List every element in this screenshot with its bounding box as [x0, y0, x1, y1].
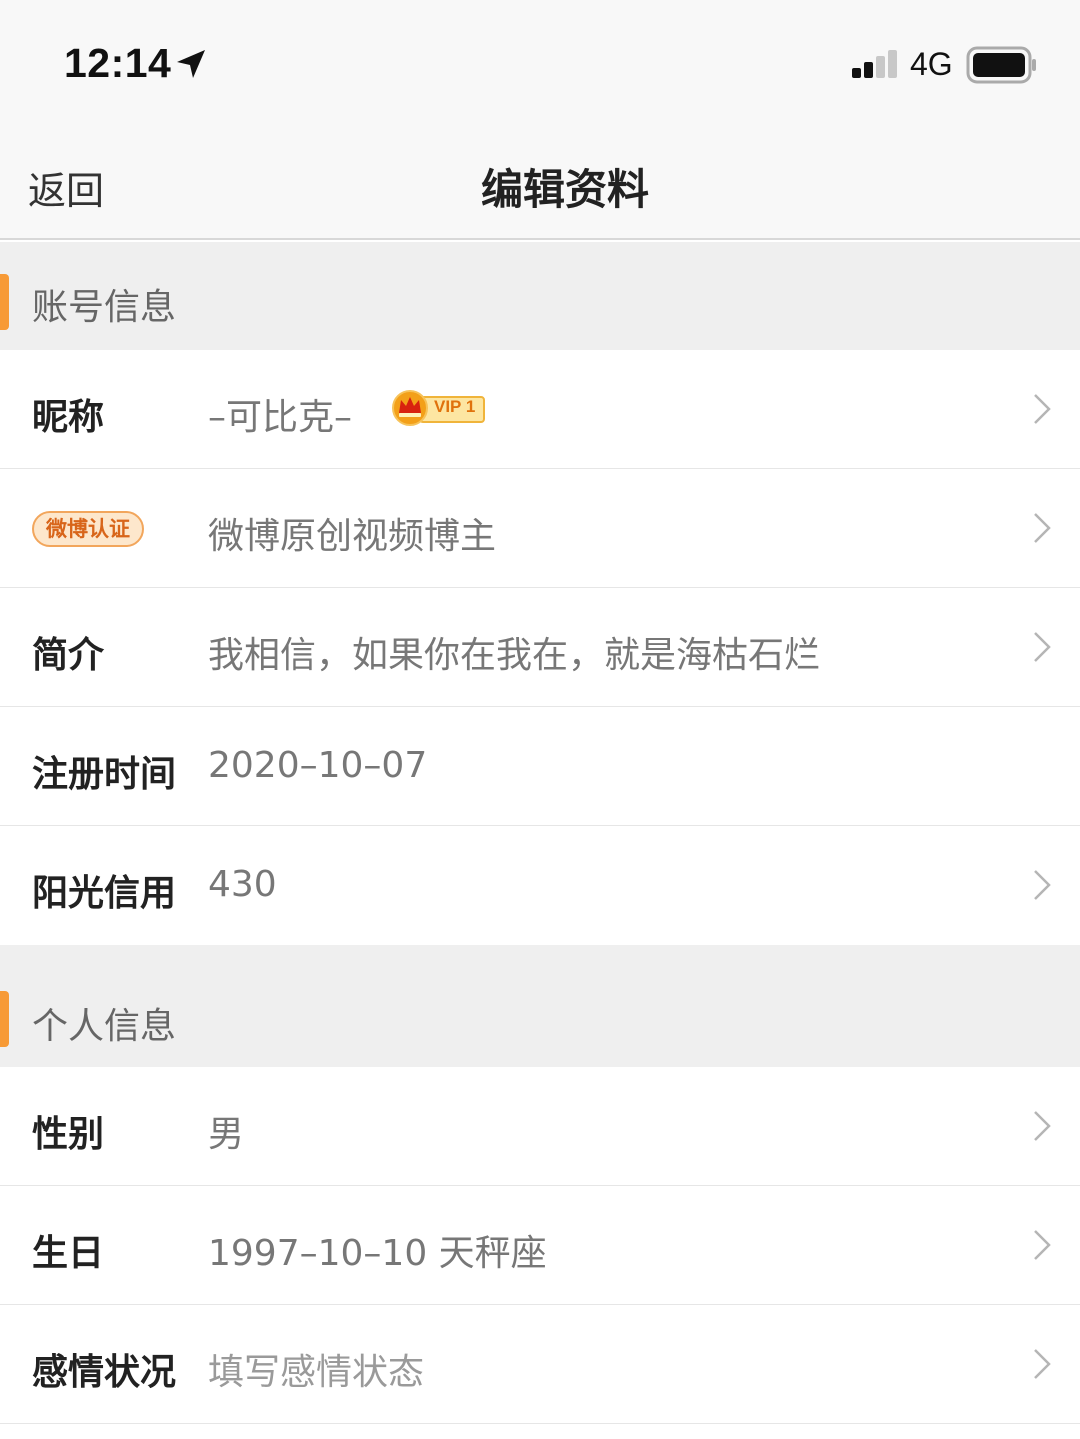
gender-value: 男	[208, 1114, 245, 1155]
signal-icon	[852, 50, 897, 78]
location-arrow-icon	[177, 50, 205, 78]
row-label: 生日	[32, 1233, 105, 1274]
row-label: 简介	[32, 635, 105, 676]
nickname-value: –可比克–	[208, 397, 353, 438]
row-label: 昵称	[32, 397, 105, 438]
chevron-right-icon	[1034, 394, 1051, 424]
row-birthday[interactable]: 生日 1997–10–10 天秤座	[0, 1186, 1080, 1305]
vip-level: VIP 1	[434, 397, 476, 416]
relationship-placeholder: 填写感情状态	[208, 1352, 425, 1393]
section-title: 账号信息	[32, 287, 177, 328]
section-header-personal: 个人信息	[0, 945, 1080, 1067]
row-label: 性别	[32, 1114, 105, 1155]
row-bio[interactable]: 简介 我相信，如果你在我在，就是海枯石烂	[0, 588, 1080, 707]
network-type: 4G	[910, 46, 953, 82]
chevron-right-icon	[1034, 1111, 1051, 1141]
chevron-right-icon	[1034, 870, 1051, 900]
row-verification[interactable]: 微博认证 微博原创视频博主	[0, 469, 1080, 588]
battery-icon	[966, 46, 1036, 84]
chevron-right-icon	[1034, 513, 1051, 543]
verification-value: 微博原创视频博主	[208, 516, 497, 557]
status-bar: 12:14 4G	[0, 0, 1080, 120]
chevron-right-icon	[1034, 1349, 1051, 1379]
birthday-value: 1997–10–10 天秤座	[208, 1233, 547, 1274]
section-header-account: 账号信息	[0, 242, 1080, 350]
row-sunshine-credit[interactable]: 阳光信用 430	[0, 826, 1080, 945]
weibo-verified-badge: 微博认证	[32, 511, 144, 547]
section-title: 个人信息	[32, 1006, 177, 1047]
row-label: 阳光信用	[32, 873, 177, 914]
vip-badge: VIP 1	[390, 388, 488, 428]
row-relationship[interactable]: 感情状况 填写感情状态	[0, 1305, 1080, 1424]
row-nickname[interactable]: 昵称 –可比克– VIP 1	[0, 350, 1080, 469]
section-accent-bar	[0, 991, 9, 1047]
page-title: 编辑资料	[480, 165, 649, 214]
row-gender[interactable]: 性别 男	[0, 1067, 1080, 1186]
credit-value: 430	[208, 864, 277, 905]
section-accent-bar	[0, 274, 9, 330]
nav-bar: 返回 编辑资料	[0, 120, 1080, 240]
status-time: 12:14	[64, 40, 172, 86]
row-label: 感情状况	[32, 1352, 177, 1393]
row-label: 注册时间	[32, 754, 177, 795]
row-register-time: 注册时间 2020–10–07	[0, 707, 1080, 826]
chevron-right-icon	[1034, 1230, 1051, 1260]
chevron-right-icon	[1034, 632, 1051, 662]
register-time-value: 2020–10–07	[208, 745, 428, 786]
bio-value: 我相信，如果你在我在，就是海枯石烂	[208, 635, 821, 676]
